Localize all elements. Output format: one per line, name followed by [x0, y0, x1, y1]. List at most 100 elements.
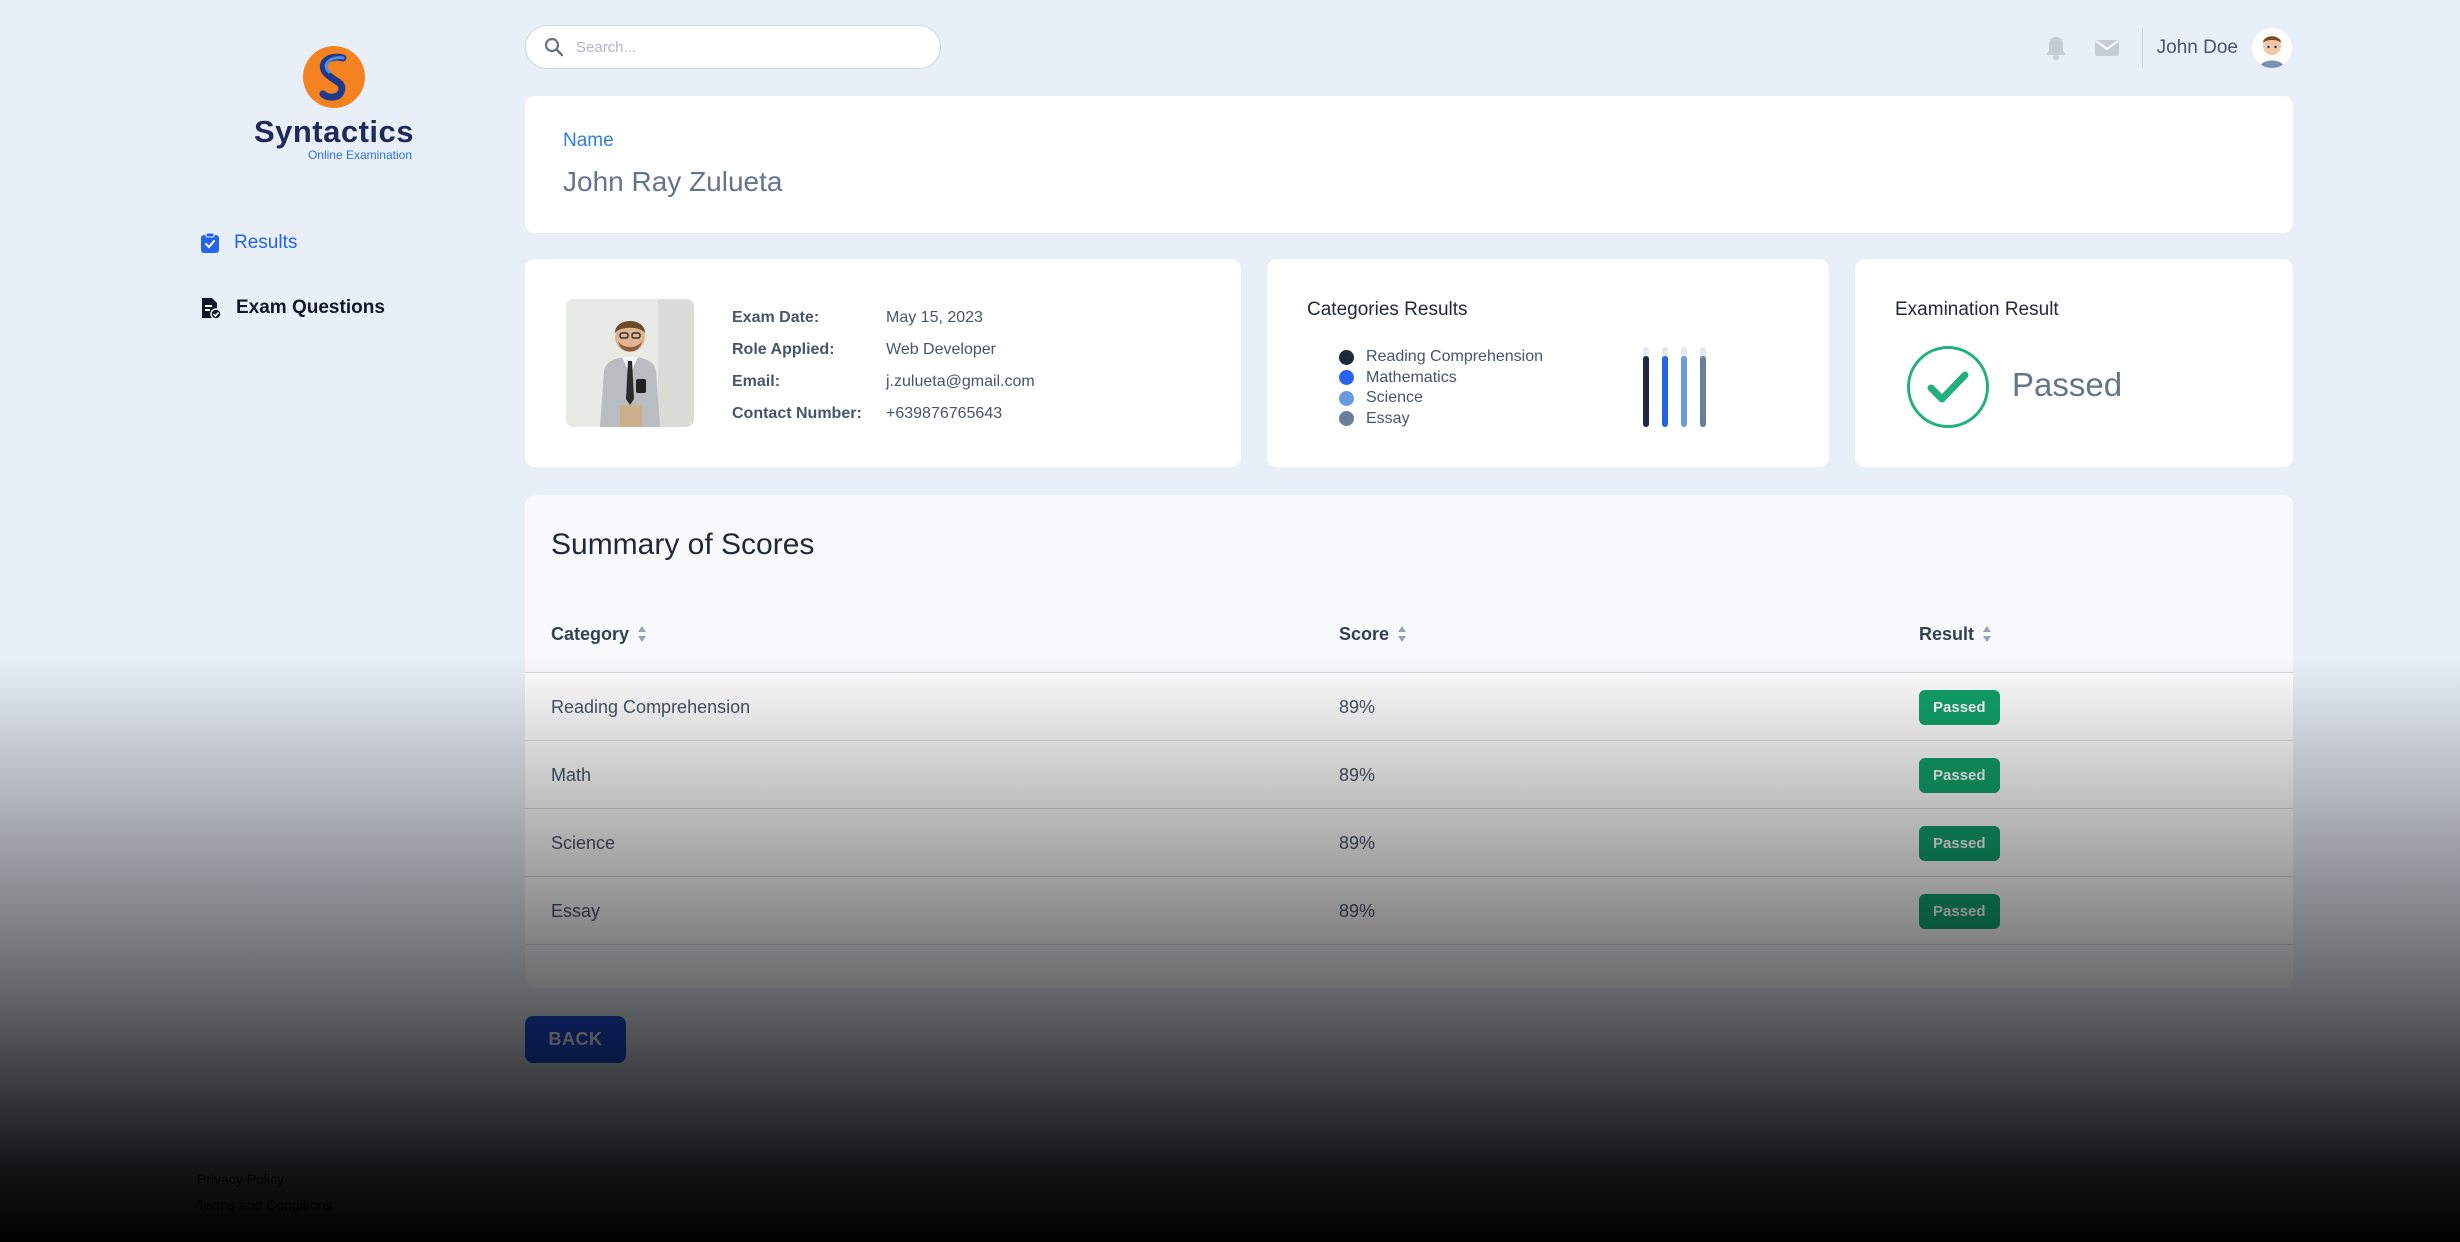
search-bar[interactable]	[525, 25, 941, 69]
sidebar: Syntactics Online Examination Results Ex…	[0, 0, 500, 1242]
candidate-name: John Ray Zulueta	[563, 166, 783, 197]
status-badge: Passed	[1919, 757, 2000, 793]
status-badge: Passed	[1919, 825, 2000, 861]
sidebar-item-results[interactable]: Results	[200, 228, 385, 258]
candidate-photo	[566, 299, 694, 427]
user-avatar[interactable]	[2252, 28, 2292, 68]
table-row: Essay 89% Passed	[525, 877, 2293, 945]
detail-value: +639876765643	[886, 405, 1003, 422]
legend-label: Science	[1366, 389, 1423, 407]
cell-score: 89%	[1339, 696, 1376, 717]
status-badge: Passed	[1919, 893, 2000, 929]
detail-value: j.zulueta@gmail.com	[886, 373, 1035, 390]
column-label: Category	[551, 623, 630, 644]
name-label: Name	[563, 130, 614, 151]
legend-item: Science	[1339, 388, 1543, 409]
bar-track-reading-comprehension	[1643, 347, 1649, 427]
mail-icon[interactable]	[2094, 38, 2120, 58]
detail-value: Web Developer	[886, 341, 996, 358]
search-input[interactable]	[576, 38, 916, 56]
terms-link[interactable]: Terms and Conditions	[197, 1192, 332, 1218]
legend-label: Essay	[1366, 409, 1410, 427]
cell-score: 89%	[1339, 832, 1376, 853]
footer-links: Privacy Policy Terms and Conditions	[197, 1166, 332, 1218]
detail-row-role: Role Applied: Web Developer	[732, 334, 1035, 366]
cell-score: 89%	[1339, 900, 1376, 921]
table-row: Reading Comprehension 89% Passed	[525, 673, 2293, 741]
detail-value: May 15, 2023	[886, 309, 983, 326]
bar-science	[1681, 355, 1687, 427]
cell-category: Reading Comprehension	[551, 696, 751, 717]
candidate-name-card: Name John Ray Zulueta	[525, 96, 2293, 233]
cell-result: Passed	[1919, 877, 2000, 945]
detail-label: Email:	[732, 373, 781, 390]
examination-result-title: Examination Result	[1895, 299, 2059, 320]
sidebar-item-exam-questions[interactable]: Exam Questions	[200, 293, 385, 323]
cell-result: Passed	[1919, 809, 2000, 877]
cell-result: Passed	[1919, 673, 2000, 741]
sidebar-nav: Results Exam Questions	[200, 228, 385, 358]
sort-icon[interactable]	[1397, 624, 1407, 644]
detail-label: Contact Number:	[732, 405, 862, 422]
sidebar-item-label: Exam Questions	[236, 297, 385, 318]
bar-track-essay	[1700, 347, 1706, 427]
bar-essay	[1700, 355, 1706, 427]
legend-dot	[1339, 349, 1354, 365]
brand-subtitle: Online Examination	[307, 148, 412, 162]
detail-row-email: Email: j.zulueta@gmail.com	[732, 366, 1035, 398]
chart-legend: Reading Comprehension Mathematics Scienc…	[1339, 347, 1543, 429]
legend-label: Reading Comprehension	[1366, 348, 1543, 366]
column-header-score[interactable]: Score	[1339, 595, 1407, 673]
cell-category: Science	[551, 832, 616, 853]
check-circle-icon	[1907, 346, 1989, 428]
document-check-icon	[202, 298, 222, 320]
detail-row-contact: Contact Number: +639876765643	[732, 398, 1035, 430]
detail-label: Role Applied:	[732, 341, 835, 358]
candidate-profile-card: Exam Date: May 15, 2023 Role Applied: We…	[525, 259, 1241, 467]
detail-row-exam-date: Exam Date: May 15, 2023	[732, 302, 1035, 334]
detail-label: Exam Date:	[732, 309, 820, 326]
search-icon	[544, 37, 564, 57]
user-name[interactable]: John Doe	[2157, 37, 2238, 59]
table-header: Category Score Result	[525, 595, 2293, 673]
sort-icon[interactable]	[637, 624, 647, 644]
syntactics-logo-icon	[303, 46, 365, 108]
summary-of-scores-card: Summary of Scores Category Score Result …	[525, 495, 2293, 988]
cell-result: Passed	[1919, 741, 2000, 809]
back-button[interactable]: BACK	[525, 1016, 626, 1063]
table-row: Math 89% Passed	[525, 741, 2293, 809]
legend-label: Mathematics	[1366, 368, 1457, 386]
bar-track-mathematics	[1662, 347, 1668, 427]
category-bar-chart	[1643, 347, 1718, 427]
examination-status: Passed	[2012, 366, 2123, 403]
header-actions: John Doe	[2018, 25, 2292, 71]
brand-logo[interactable]: Syntactics Online Examination	[250, 44, 418, 162]
column-header-result[interactable]: Result	[1919, 595, 1992, 673]
bar-track-science	[1681, 347, 1687, 427]
legend-dot	[1339, 411, 1354, 427]
legend-dot	[1339, 390, 1354, 406]
categories-results-title: Categories Results	[1307, 299, 1468, 320]
cell-category: Math	[551, 764, 592, 785]
notification-bell-icon[interactable]	[2044, 35, 2068, 61]
candidate-details: Exam Date: May 15, 2023 Role Applied: We…	[732, 302, 1035, 430]
categories-results-card: Categories Results Reading Comprehension…	[1267, 259, 1829, 467]
summary-title: Summary of Scores	[551, 528, 815, 561]
privacy-policy-link[interactable]: Privacy Policy	[197, 1166, 332, 1192]
legend-dot	[1339, 370, 1354, 386]
sort-icon[interactable]	[1982, 624, 1992, 644]
sidebar-item-label: Results	[234, 232, 298, 253]
table-row: Science 89% Passed	[525, 809, 2293, 877]
status-badge: Passed	[1919, 689, 2000, 725]
cell-category: Essay	[551, 900, 601, 921]
clipboard-check-icon	[201, 232, 219, 253]
brand-name: Syntactics	[253, 114, 415, 149]
bar-reading-comprehension	[1643, 355, 1649, 427]
legend-item: Essay	[1339, 409, 1543, 430]
legend-item: Reading Comprehension	[1339, 347, 1543, 368]
header-divider	[2141, 28, 2143, 68]
column-header-category[interactable]: Category	[551, 595, 647, 673]
column-label: Result	[1919, 623, 1975, 644]
cell-score: 89%	[1339, 764, 1376, 785]
column-label: Score	[1339, 623, 1390, 644]
